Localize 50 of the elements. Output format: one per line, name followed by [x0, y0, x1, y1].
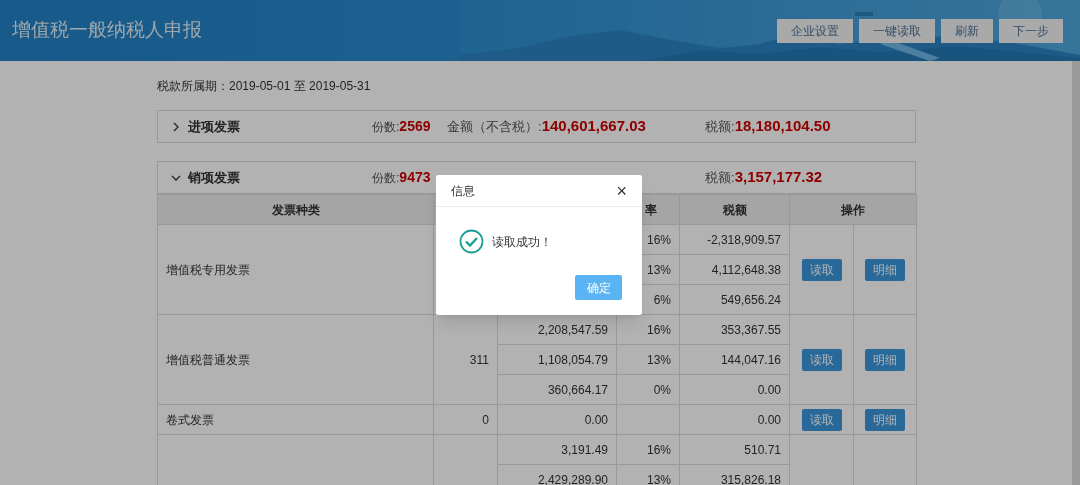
table-cell: 卷式发票 — [157, 404, 434, 435]
detail-button[interactable]: 明细 — [865, 408, 905, 431]
header-button[interactable]: 刷新 — [941, 18, 993, 43]
table-cell: 0% — [616, 374, 680, 405]
section-title: 进项发票 — [188, 117, 240, 136]
count-label: 份数: — [372, 170, 400, 187]
count-label: 份数: — [372, 119, 400, 136]
tax-label: 税额: — [705, 169, 735, 188]
table-cell: 0.00 — [497, 404, 617, 435]
table-cell: 1,108,054.79 — [497, 344, 617, 375]
table-cell: 13% — [616, 344, 680, 375]
table-cell: -2,318,909.57 — [679, 224, 790, 255]
table-cell: 增值税普通发票 — [157, 314, 434, 405]
chevron-right-icon[interactable] — [171, 121, 181, 132]
table-cell: 增值税专用发票 — [157, 224, 434, 315]
success-check-icon — [459, 229, 484, 254]
page-title: 增值税一般纳税人申报 — [12, 18, 202, 43]
table-cell: 0.00 — [679, 404, 790, 435]
table-cell: 3,191.49 — [497, 434, 617, 465]
scrollbar[interactable] — [1072, 61, 1080, 485]
tax-period: 税款所属期：2019-05-01 至 2019-05-31 — [157, 78, 372, 95]
close-button[interactable]: × — [616, 181, 627, 200]
tax-value: 18,180,104.50 — [734, 116, 831, 137]
detail-button[interactable]: 明细 — [865, 258, 905, 281]
read-button[interactable]: 读取 — [801, 258, 842, 281]
read-button[interactable]: 读取 — [801, 408, 842, 431]
column-header: 操作 — [789, 194, 917, 225]
column-header: 发票种类 — [157, 194, 434, 225]
section-title: 销项发票 — [188, 168, 240, 187]
column-header: 率 — [645, 202, 657, 217]
table-cell: 0 — [433, 404, 498, 435]
count-value: 9473 — [399, 168, 431, 187]
tax-label: 税额: — [705, 118, 735, 137]
column-header: 税额 — [679, 194, 790, 225]
table-cell: 353,367.55 — [679, 314, 790, 345]
tax-value: 3,157,177.32 — [734, 167, 823, 188]
section-header[interactable]: 进项发票 份数:2569 金额（不含税）:140,601,667.03 税额:18,180,104.50 — [157, 110, 916, 143]
table-cell: 360,664.17 — [497, 374, 617, 405]
count-value: 2569 — [399, 117, 431, 136]
header-button[interactable]: 企业设置 — [777, 18, 853, 43]
amount-label: 金额（不含税）: — [447, 118, 542, 137]
dialog-title: 信息 — [451, 182, 475, 200]
header-button[interactable]: 一键读取 — [859, 18, 935, 43]
detail-button[interactable]: 明细 — [865, 348, 905, 371]
read-button[interactable]: 读取 — [801, 348, 842, 371]
header-button[interactable]: 下一步 — [999, 18, 1063, 43]
confirm-button[interactable]: 确定 — [575, 275, 622, 300]
dialog-message: 读取成功！ — [492, 233, 552, 251]
table-cell: 16% — [616, 434, 680, 465]
table-cell: 510.71 — [679, 434, 790, 465]
